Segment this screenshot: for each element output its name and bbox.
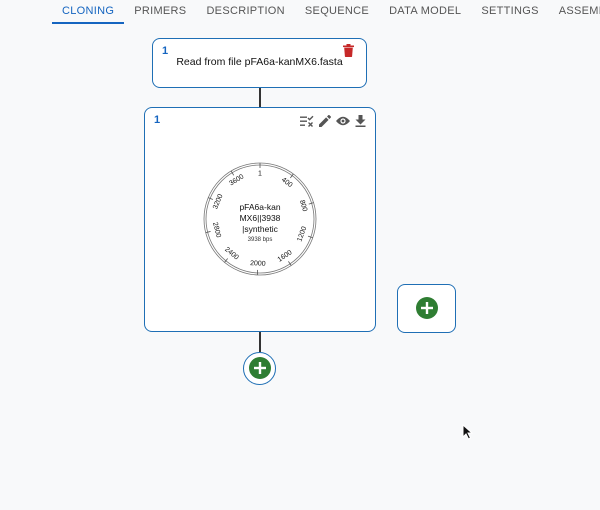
tab-description[interactable]: DESCRIPTION	[196, 0, 294, 24]
tab-data-model[interactable]: DATA MODEL	[379, 0, 471, 24]
tab-bar: CLONING PRIMERS DESCRIPTION SEQUENCE DAT…	[52, 0, 600, 24]
plasmid-name-line-3: |synthetic	[242, 224, 279, 234]
plasmid-name-line-1: pFA6a-kan	[239, 202, 280, 212]
connector-line	[259, 332, 261, 352]
tab-assembler[interactable]: ASSEMBLER	[549, 0, 600, 24]
download-icon[interactable]	[355, 115, 366, 127]
add-source-node	[397, 284, 456, 333]
add-icon[interactable]	[416, 297, 438, 319]
tab-cloning[interactable]: CLONING	[52, 0, 125, 24]
tick-label-2: 800	[298, 199, 308, 212]
mouse-cursor	[462, 424, 474, 440]
trash-icon[interactable]	[343, 44, 354, 62]
plasmid-length: 3938 bps	[248, 237, 273, 243]
source-node: 1 Read from file pFA6a-kanMX6.fasta	[152, 38, 367, 88]
tick-label-6: 2400	[223, 246, 240, 261]
tick-label-7: 2800	[211, 222, 222, 239]
tick-label-1: 400	[280, 177, 294, 190]
tab-settings[interactable]: SETTINGS	[471, 0, 548, 24]
tick-label-5: 2000	[250, 260, 266, 268]
tab-primers[interactable]: PRIMERS	[124, 0, 196, 24]
plasmid-map[interactable]: 1 400 800 12001600 2000 24002800 3200 3600 pFA6…	[200, 159, 320, 279]
tick-label-0: 1	[258, 171, 262, 178]
edit-icon[interactable]	[319, 115, 331, 127]
source-description: Read from file pFA6a-kanMX6.fasta	[176, 56, 343, 68]
sequence-node: 1 1 400 800 1200 1600 2000 2400 2800 320…	[144, 107, 376, 332]
sequence-node-id: 1	[154, 114, 161, 126]
tick-label-9: 3600	[228, 173, 245, 187]
add-icon[interactable]	[249, 357, 271, 379]
tab-sequence[interactable]: SEQUENCE	[295, 0, 379, 24]
connector-line	[259, 88, 261, 107]
plasmid-name-line-2: MX6||3938	[240, 213, 281, 223]
tick-label-8: 3200	[212, 193, 224, 210]
tick-label-3: 1200	[296, 225, 308, 242]
tick-label-4: 1600	[277, 249, 294, 264]
eye-icon[interactable]	[336, 116, 350, 126]
checklist-icon[interactable]	[300, 115, 314, 127]
